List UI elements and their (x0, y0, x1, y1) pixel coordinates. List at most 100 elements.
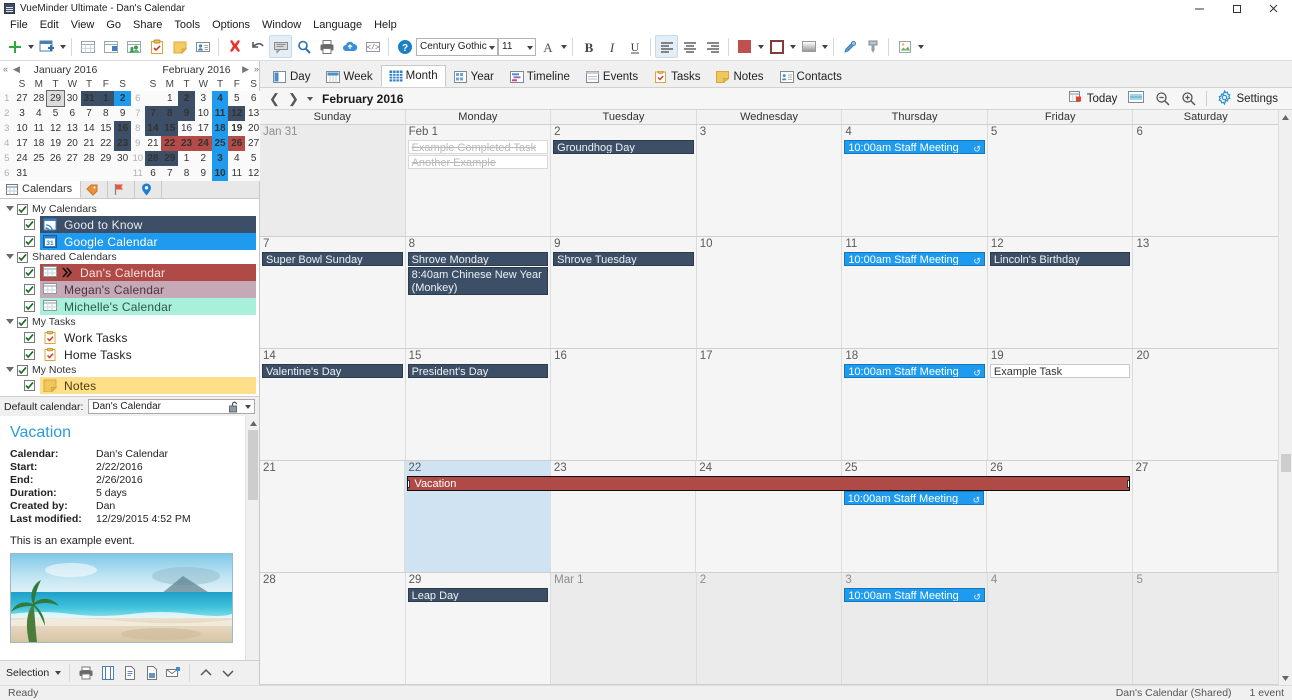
mini-cal-day[interactable]: 3 (211, 151, 229, 166)
calendar-event[interactable]: Shrove Tuesday (553, 252, 694, 266)
calendar-event[interactable]: Leap Day (407, 588, 549, 602)
menu-item-view[interactable]: View (65, 18, 101, 32)
mini-cal-day[interactable]: 6 (64, 106, 81, 121)
mini-cal-day[interactable]: 22 (161, 136, 179, 151)
scrollbar-thumb[interactable] (248, 430, 258, 500)
calendar-event[interactable]: 10:00am Staff Meeting ↺ (844, 140, 985, 154)
calendar-event[interactable]: Example Completed Task (407, 140, 549, 154)
mini-cal-day[interactable]: 6 (145, 166, 162, 181)
mini-cal-day[interactable] (97, 166, 114, 181)
mini-cal-day[interactable]: 15 (97, 121, 114, 136)
day-cell[interactable]: 29 Leap Day (405, 573, 552, 684)
calendar-event[interactable]: 10:00am Staff Meeting ↺ (843, 491, 985, 505)
calendar-item-good-to-know[interactable]: Good to Know (24, 216, 256, 233)
mini-cal-day[interactable]: 7 (81, 106, 98, 121)
mini-cal-day[interactable]: 15 (161, 121, 179, 136)
menu-item-language[interactable]: Language (307, 18, 368, 32)
mini-cal-day[interactable]: 7 (144, 106, 162, 121)
sidebar-tab-tags[interactable] (81, 181, 109, 198)
mini-cal-day[interactable]: 17 (14, 136, 31, 151)
day-cell[interactable]: Feb 1 Example Completed Task Another Examp… (405, 125, 552, 236)
mini-cal-day[interactable]: 19 (47, 136, 64, 151)
mini-cal-next-month[interactable]: ▶ (242, 64, 249, 75)
calendar-checkbox[interactable] (24, 267, 35, 278)
calendar-row-body[interactable]: Good to Know (40, 216, 256, 233)
tab-events[interactable]: Events (578, 66, 646, 87)
mini-cal-day[interactable]: 11 (228, 166, 245, 181)
calendar-event[interactable]: Valentine's Day (262, 364, 403, 378)
day-cell[interactable]: 3 (696, 125, 843, 236)
calendar-checkbox[interactable] (24, 349, 35, 360)
calendar-event[interactable]: Groundhog Day (553, 140, 694, 154)
sidebar-tab-flags[interactable] (108, 181, 136, 198)
font-color-button[interactable]: A (536, 35, 559, 58)
new-event-button[interactable] (76, 35, 99, 58)
mini-cal-day[interactable]: 31 (80, 91, 98, 106)
tab-week[interactable]: Week (318, 66, 380, 87)
down-arrow-icon[interactable] (217, 663, 238, 683)
mini-cal-day[interactable]: 10 (14, 121, 31, 136)
calendar-item-michelle-s-calendar[interactable]: Michelle's Calendar (24, 298, 256, 315)
mini-cal-day[interactable]: 2 (178, 91, 195, 106)
mini-cal-day[interactable] (145, 91, 162, 106)
calendar-event[interactable]: Lincoln's Birthday (989, 252, 1131, 266)
mini-cal-day[interactable]: 16 (114, 121, 131, 136)
new-task-button[interactable] (145, 35, 168, 58)
selection-dropdown[interactable]: Selection (3, 667, 64, 679)
calendar-row-body[interactable]: Megan's Calendar (40, 281, 256, 298)
calendar-event[interactable]: Another Example (407, 155, 549, 169)
calendar-item-notes[interactable]: Notes (24, 377, 256, 394)
period-dropdown[interactable] (304, 90, 315, 108)
maximize-button[interactable] (1218, 0, 1255, 16)
calendar-checkbox[interactable] (24, 284, 35, 295)
expand-collapse-icon[interactable] (5, 318, 14, 326)
mini-cal-day[interactable]: 17 (195, 121, 212, 136)
day-cell[interactable]: 2 Groundhog Day (551, 125, 697, 236)
html-code-icon[interactable]: </> (361, 35, 384, 58)
mini-cal-day[interactable]: 25 (30, 151, 47, 166)
add-item-button[interactable] (3, 35, 26, 58)
calendar-event[interactable]: Super Bowl Sunday (262, 252, 403, 266)
mini-cal-day[interactable] (47, 166, 64, 181)
tab-day[interactable]: Day (265, 66, 318, 87)
menu-item-edit[interactable]: Edit (34, 18, 65, 32)
mini-cal-day[interactable]: 22 (97, 136, 114, 151)
tab-tasks[interactable]: Tasks (646, 66, 708, 87)
mini-cal-day[interactable]: 26 (228, 136, 246, 151)
mini-cal-day[interactable]: 31 (14, 166, 31, 181)
day-cell[interactable]: 5 (1133, 573, 1279, 684)
calendar-group-shared-calendars[interactable]: Shared Calendars (0, 250, 259, 264)
undo-button[interactable] (246, 35, 269, 58)
calendar-row-body[interactable]: Notes (40, 377, 256, 394)
mini-cal-day[interactable]: 28 (30, 91, 47, 106)
align-right-button[interactable] (701, 35, 724, 58)
day-cell[interactable]: 6 (1133, 125, 1279, 236)
mini-calendar-january[interactable]: «◀ January 2016 S M T W T F S 1 27 28 29 30 31 1 2 2 3 4 5 6 7… (0, 63, 131, 181)
new-contact-button[interactable] (191, 35, 214, 58)
new-note-button[interactable] (168, 35, 191, 58)
mini-cal-day[interactable]: 8 (97, 106, 114, 121)
calendar-group-my-tasks[interactable]: My Tasks (0, 315, 259, 329)
day-cell[interactable]: 4 10:00am Staff Meeting ↺ (842, 125, 988, 236)
mini-calendar-february[interactable]: ▶» February 2016 S M T W T F S 6 1 2 3 4 5 6 7 7 8 9 10 11 12 1… (131, 63, 262, 181)
mini-cal-day[interactable]: 1 (161, 91, 178, 106)
mini-cal-day[interactable]: 11 (211, 106, 229, 121)
font-size-combobox[interactable]: 11 (498, 37, 536, 56)
calendar-item-google-calendar[interactable]: 31 Google Calendar (24, 233, 256, 250)
calendar-checkbox[interactable] (24, 219, 35, 230)
mini-cal-day[interactable] (30, 166, 47, 181)
calendar-item-home-tasks[interactable]: Home Tasks (24, 346, 256, 363)
mini-cal-day[interactable]: 28 (144, 151, 162, 166)
mini-cal-day[interactable]: 5 (47, 106, 64, 121)
delete-button[interactable] (223, 35, 246, 58)
today-button[interactable]: Today (1065, 89, 1122, 108)
tab-month[interactable]: Month (380, 65, 446, 87)
day-cell[interactable]: 15 President's Day (405, 349, 552, 460)
border-color-dropdown[interactable] (788, 35, 797, 58)
mini-cal-day[interactable]: 10 (211, 166, 229, 181)
mini-cal-day[interactable]: 8 (161, 106, 179, 121)
fill-color-dropdown[interactable] (756, 35, 765, 58)
day-cell[interactable]: 21 (260, 461, 406, 572)
gradient-button[interactable] (797, 35, 820, 58)
save-page-icon[interactable] (141, 663, 162, 683)
